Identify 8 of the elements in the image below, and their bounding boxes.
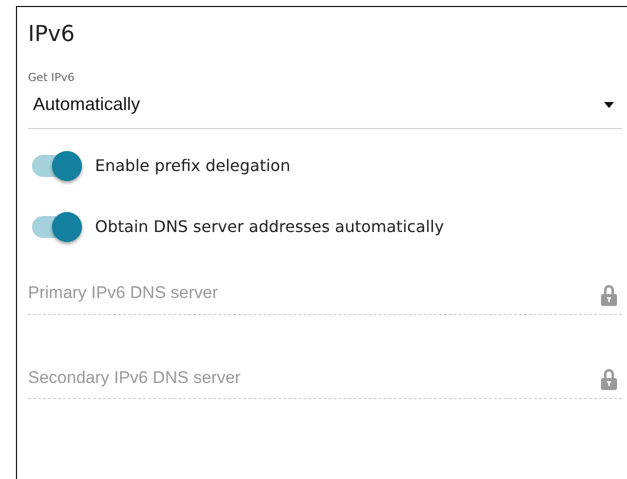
toggle-label: Obtain DNS server addresses automatically (95, 216, 444, 238)
lock-icon (600, 284, 618, 306)
ipv6-mode-dropdown[interactable]: Automatically (28, 91, 622, 129)
field-label: Get IPv6 (28, 71, 76, 85)
lock-icon (600, 368, 618, 390)
section-title: IPv6 (28, 21, 76, 49)
toggle-label: Enable prefix delegation (95, 155, 290, 177)
caret-icon (604, 102, 614, 108)
